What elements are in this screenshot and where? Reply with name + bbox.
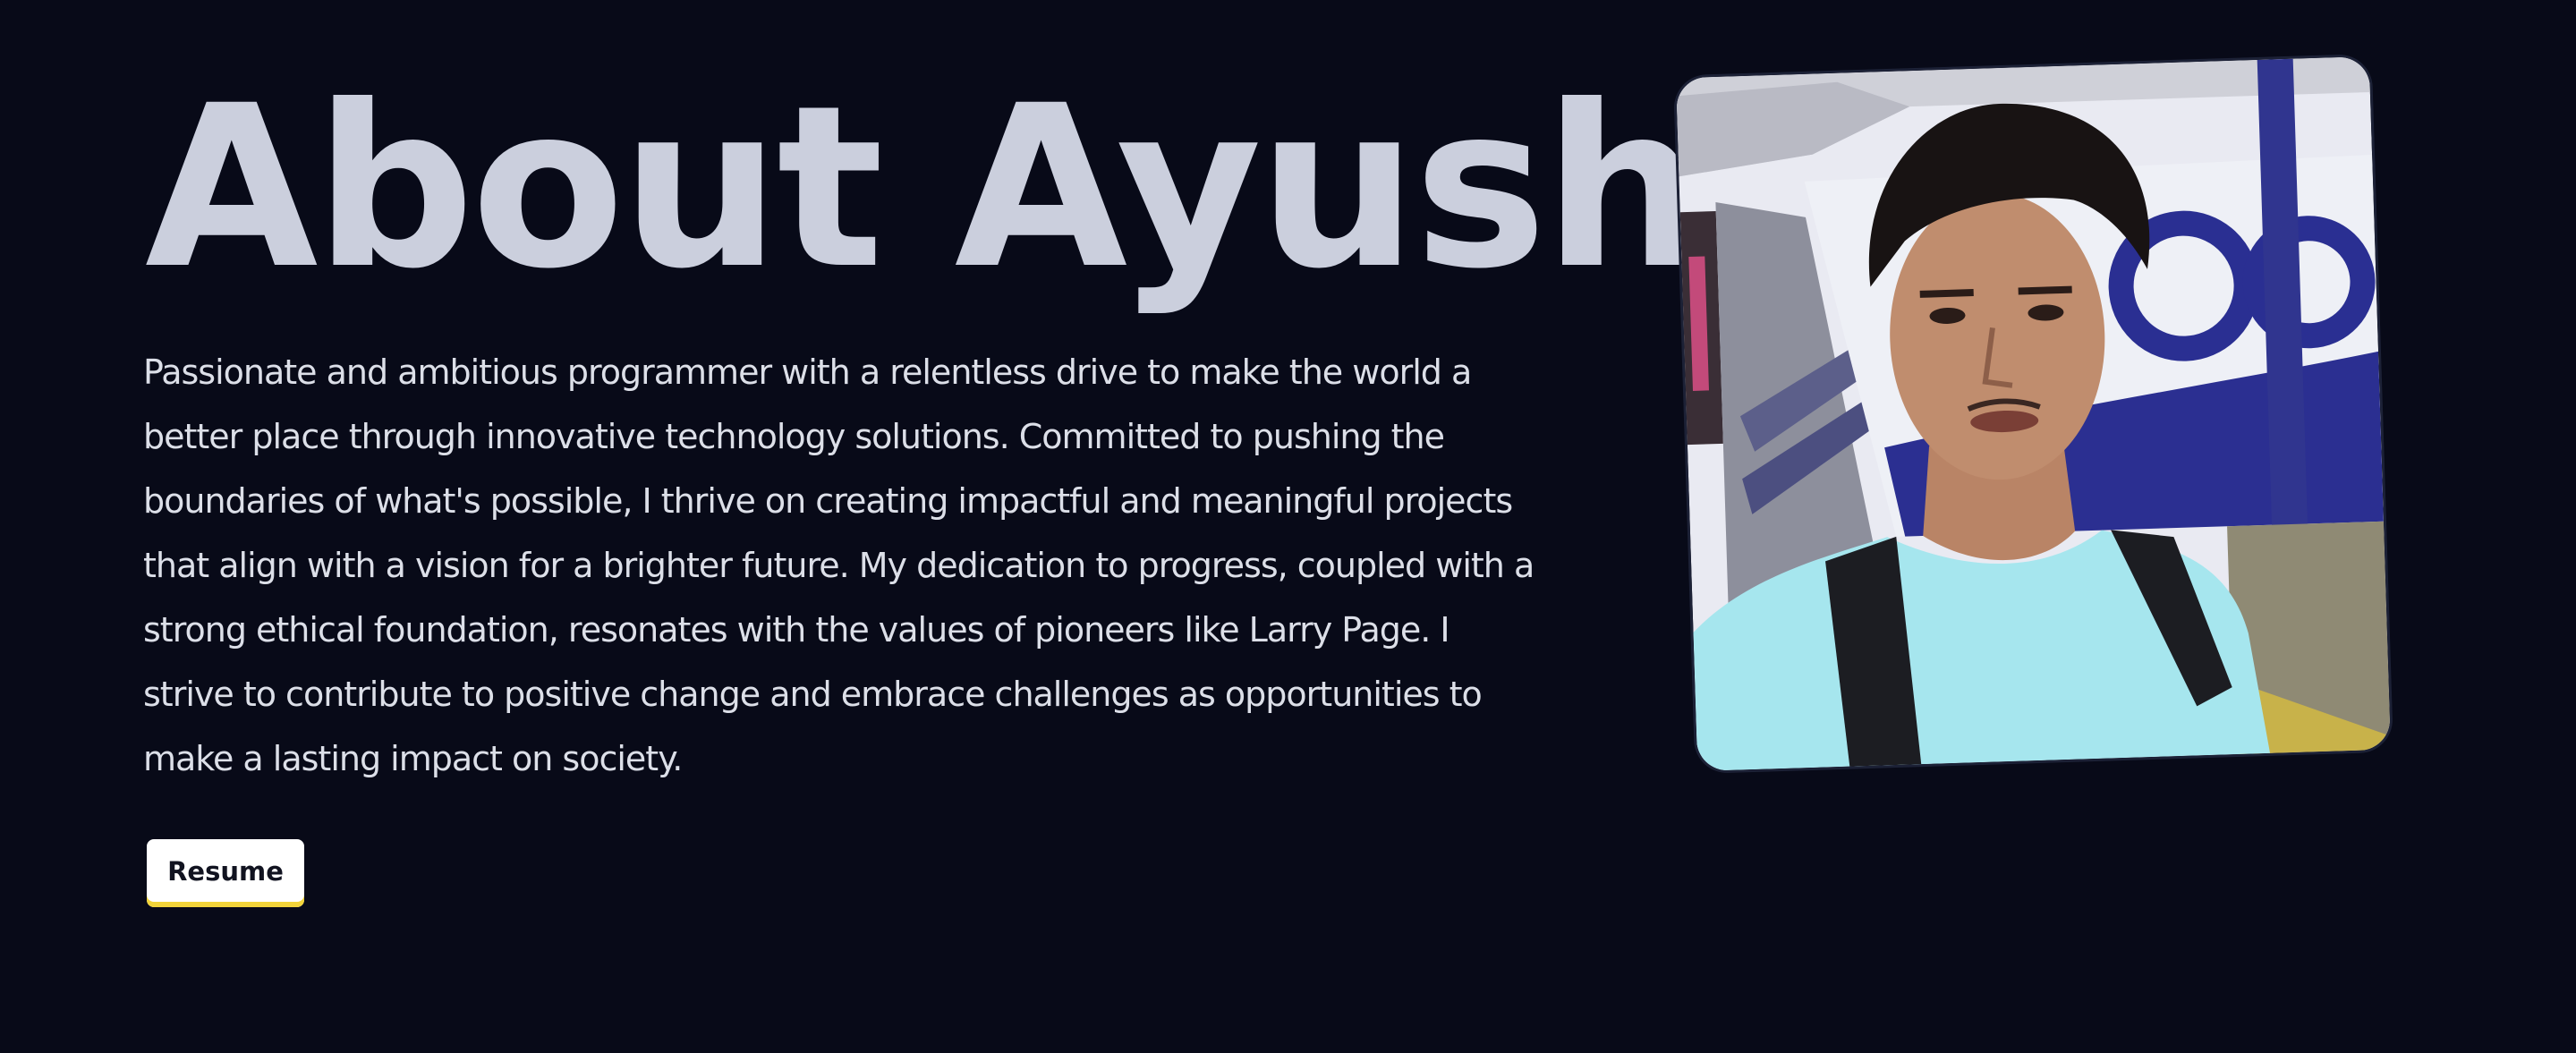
about-section: About Ayush Passionate and ambitious pro…	[0, 0, 2576, 1053]
bio-paragraph: Passionate and ambitious programmer with…	[143, 352, 1535, 778]
resume-button[interactable]: Resume	[147, 839, 304, 907]
page-title: About Ayush	[145, 57, 1703, 318]
profile-photo	[1676, 56, 2391, 771]
